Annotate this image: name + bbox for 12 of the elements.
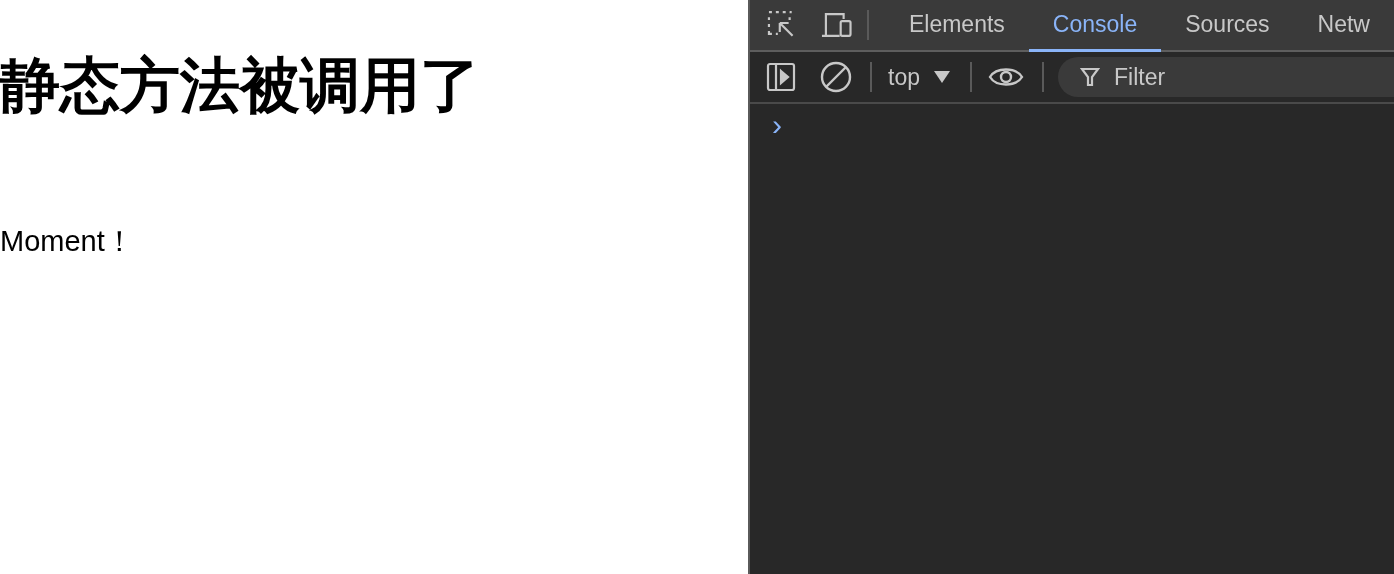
devtools-tab[interactable]: Netw: [1293, 0, 1394, 52]
devtools-tab[interactable]: Console: [1028, 0, 1162, 52]
devtools-tab[interactable]: Elements: [884, 0, 1029, 52]
filter-icon: [1080, 67, 1100, 87]
sidebar-toggle-icon[interactable]: [766, 62, 796, 92]
devtools-tab[interactable]: Sources: [1161, 0, 1294, 52]
caret-icon: [934, 71, 950, 83]
console-prompt: ›: [772, 108, 782, 141]
filter-field[interactable]: Filter: [1058, 57, 1394, 97]
page-text: Moment！: [0, 224, 135, 258]
context-dropdown[interactable]: top: [888, 59, 950, 95]
clear-console-icon[interactable]: [820, 61, 852, 93]
